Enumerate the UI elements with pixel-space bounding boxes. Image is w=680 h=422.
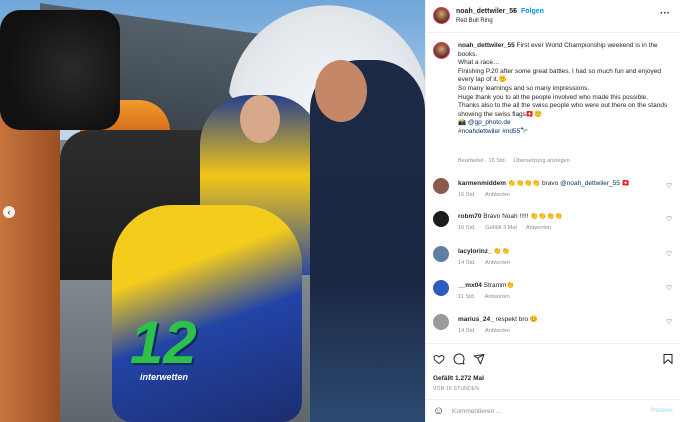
comment-text: __mx04 Stramm👏 — [458, 282, 658, 290]
comment-text: marius_24_ respekt bro 😊 — [458, 316, 658, 324]
post-comment-button[interactable]: Posten — [651, 407, 673, 414]
caption-edited: Bearbeitet · 16 Std. — [458, 158, 507, 164]
post-side-panel: noah_dettwiler_55 • Folgen Red Bull Ring… — [425, 0, 680, 422]
comment-like-heart-icon[interactable]: ♡ — [666, 318, 672, 326]
comment-reply-button[interactable]: Antworten — [485, 260, 510, 266]
comment-like-heart-icon[interactable]: ♡ — [666, 215, 672, 223]
comment-username[interactable]: __mx04 — [458, 282, 482, 289]
comment-username[interactable]: robm70 — [458, 213, 481, 220]
comment-reply-button[interactable]: Antworten — [485, 328, 510, 334]
post-location[interactable]: Red Bull Ring — [456, 18, 493, 24]
bookmark-icon[interactable] — [662, 353, 674, 367]
share-icon[interactable] — [473, 353, 485, 367]
comment-item: __mx04 Stramm👏 11 Std. Antworten ♡ — [426, 280, 680, 316]
photo-credit-link[interactable]: 📸 @gp_photo.de — [458, 119, 511, 126]
comment-time: 16 Std. — [458, 225, 476, 231]
caption-line-2: What a race… — [458, 59, 500, 67]
caption-avatar[interactable] — [433, 42, 450, 59]
comment-avatar[interactable] — [433, 178, 449, 194]
comment-username[interactable]: karmenmiddem — [458, 180, 506, 187]
comment-text: lacylorinz_ 👏👏 — [458, 248, 658, 256]
post-time: VOR 16 STUNDEN — [433, 386, 480, 392]
emoji-icon[interactable]: ☺ — [433, 405, 444, 417]
comment-item: karmenmiddem 👏👏👏👏 bravo @noah_dettwiler_… — [426, 178, 680, 214]
heart-icon[interactable] — [433, 353, 445, 367]
comment-meta: 14 Std. Antworten — [458, 260, 518, 266]
comment-text: robm70 Bravo Noah !!!!! 👏👏👏👏 — [458, 213, 658, 221]
comment-like-heart-icon[interactable]: ♡ — [666, 250, 672, 258]
comment-body: 👏👏👏👏 bravo — [507, 180, 559, 187]
comment-time: 16 Std. — [458, 192, 476, 198]
comment-reply-button[interactable]: Antworten — [485, 192, 510, 198]
post-image[interactable]: 12 interwetten ‹ — [0, 0, 425, 422]
post-header: noah_dettwiler_55 • Folgen Red Bull Ring… — [426, 0, 680, 33]
comment-item: robm70 Bravo Noah !!!!! 👏👏👏👏 16 Std. Gef… — [426, 211, 680, 247]
comment-input[interactable] — [452, 405, 642, 417]
comment-like-heart-icon[interactable]: ♡ — [666, 284, 672, 292]
bike-number: 12 — [130, 309, 197, 376]
comment-icon[interactable] — [453, 353, 465, 367]
likes-count[interactable]: Gefällt 1.272 Mal — [433, 375, 484, 382]
comment-time: 11 Std. — [458, 294, 476, 300]
post-actions: Gefällt 1.272 Mal VOR 16 STUNDEN — [426, 343, 680, 399]
follow-button[interactable]: Folgen — [521, 8, 544, 15]
comment-time: 14 Std. — [458, 328, 476, 334]
comment-item: lacylorinz_ 👏👏 14 Std. Antworten ♡ — [426, 246, 680, 282]
bike-brand: interwetten — [140, 372, 189, 382]
comment-body: Stramm👏 — [483, 282, 515, 289]
caption-text: noah_dettwiler_55 First ever World Champ… — [458, 42, 673, 137]
comment-meta: 16 Std. Antworten — [458, 192, 518, 198]
caption-username[interactable]: noah_dettwiler_55 — [458, 42, 515, 49]
post-caption: noah_dettwiler_55 First ever World Champ… — [426, 38, 680, 168]
caption-line-4: So many learnings and so many impression… — [458, 84, 590, 92]
comment-reply-button[interactable]: Antworten — [485, 294, 510, 300]
hashtag-links[interactable]: #noahdettwiler #nd55🔭 — [458, 128, 528, 135]
author-avatar[interactable] — [433, 7, 450, 24]
author-username[interactable]: noah_dettwiler_55 — [456, 8, 517, 15]
image-rider-head — [240, 95, 280, 143]
comment-body: 👏👏 — [493, 248, 510, 255]
comment-meta: 16 Std. Gefällt 3 Mal Antworten — [458, 225, 559, 231]
comment-time: 14 Std. — [458, 260, 476, 266]
comment-composer: ☺ Posten — [426, 399, 680, 422]
caption-meta: Bearbeitet · 16 Std. Übersetzung anzeige… — [458, 158, 576, 164]
header-separator: • — [513, 8, 516, 15]
comment-emoji: 🇨🇭 — [621, 180, 630, 187]
caption-line-6: Thanks also to the all the swiss people … — [458, 102, 668, 118]
show-translation-button[interactable]: Übersetzung anzeigen — [514, 158, 570, 164]
comment-likes[interactable]: Gefällt 3 Mal — [485, 225, 516, 231]
caption-line-3: Finishing P.20 after some great battles.… — [458, 67, 661, 84]
comment-avatar[interactable] — [433, 211, 449, 227]
comment-username[interactable]: marius_24_ — [458, 316, 494, 323]
image-camera — [0, 10, 120, 130]
comment-body: respekt bro 😊 — [495, 316, 539, 323]
comment-mention[interactable]: @noah_dettwiler_55 — [560, 180, 620, 187]
comment-username[interactable]: lacylorinz_ — [458, 248, 492, 255]
comment-body: Bravo Noah !!!!! 👏👏👏👏 — [483, 213, 563, 220]
comment-meta: 14 Std. Antworten — [458, 328, 518, 334]
comment-like-heart-icon[interactable]: ♡ — [666, 182, 672, 190]
comment-avatar[interactable] — [433, 246, 449, 262]
image-interviewer-head — [315, 60, 367, 122]
comment-text: karmenmiddem 👏👏👏👏 bravo @noah_dettwiler_… — [458, 180, 658, 188]
caption-line-5: Huge thank you to all the people involve… — [458, 93, 649, 101]
comment-meta: 11 Std. Antworten — [458, 294, 518, 300]
more-options-icon[interactable]: ··· — [660, 8, 670, 19]
comment-avatar[interactable] — [433, 280, 449, 296]
comment-reply-button[interactable]: Antworten — [526, 225, 551, 231]
prev-image-button[interactable]: ‹ — [3, 206, 15, 218]
comment-avatar[interactable] — [433, 314, 449, 330]
